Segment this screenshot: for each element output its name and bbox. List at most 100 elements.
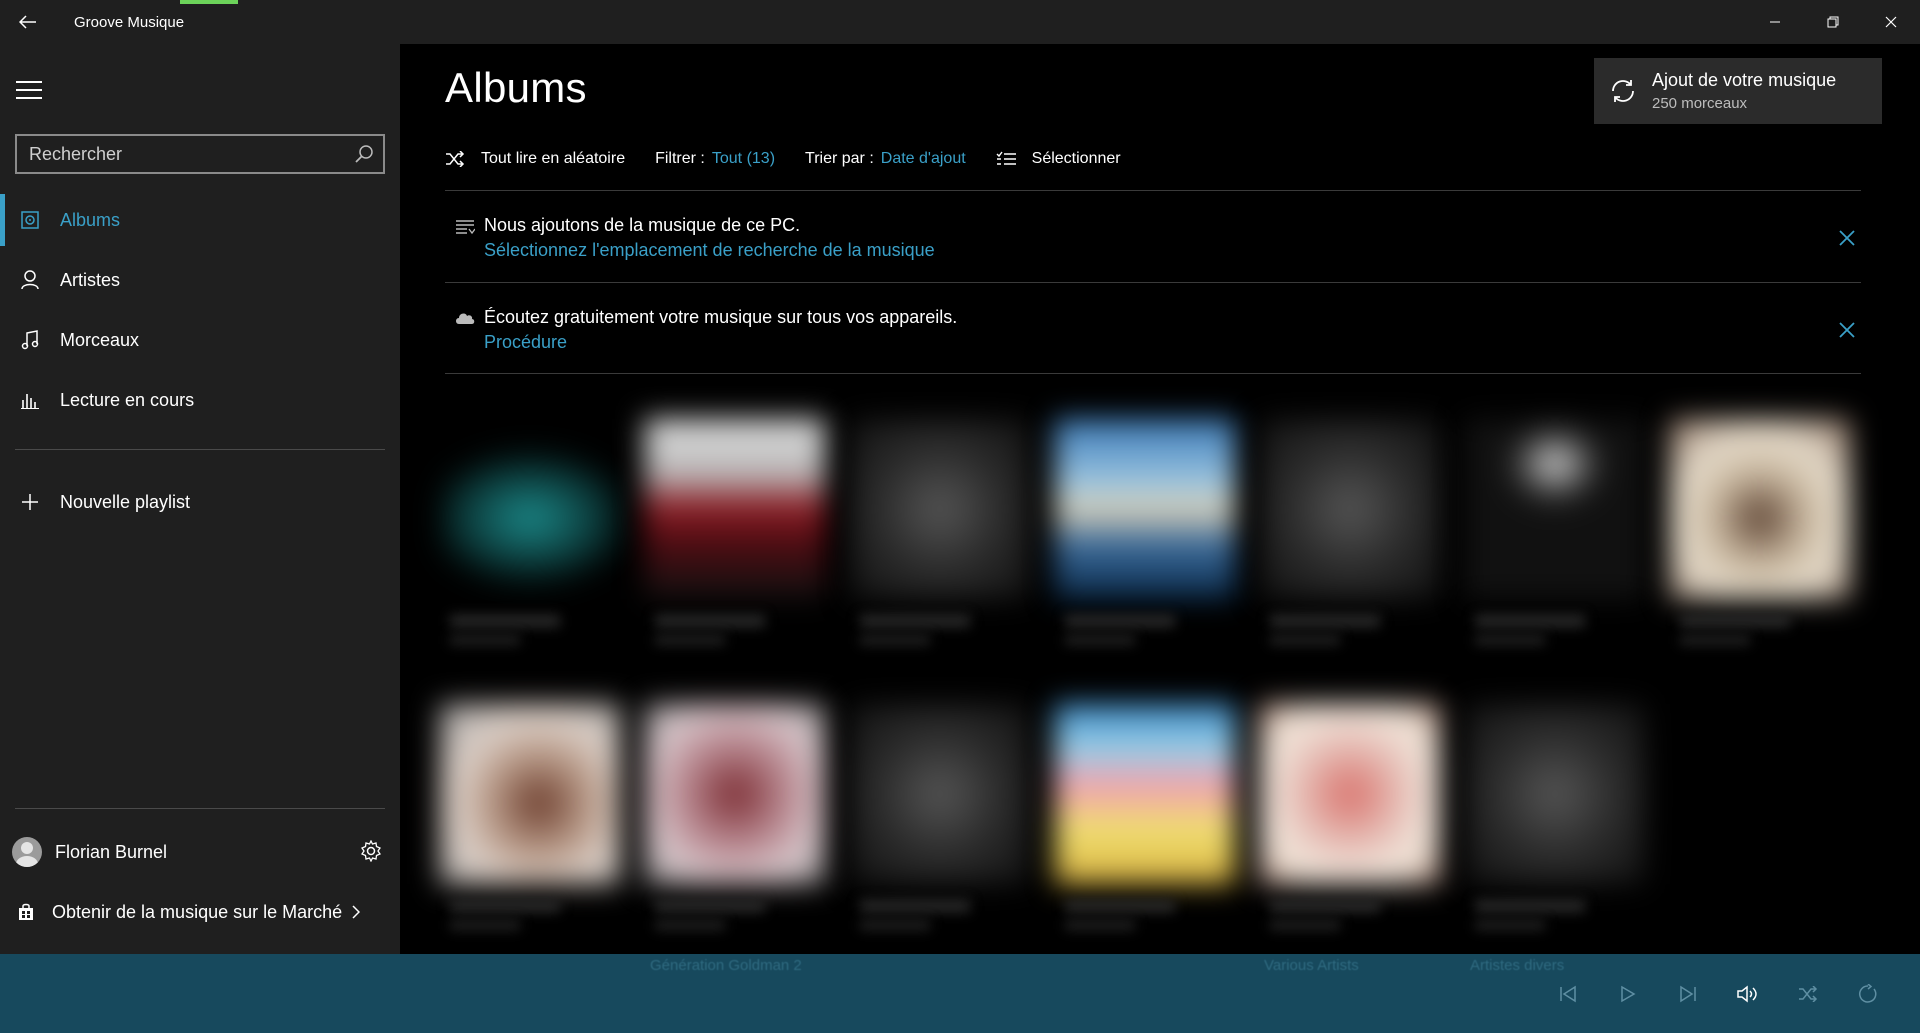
settings-button[interactable]	[360, 839, 382, 867]
album-cover	[1055, 704, 1235, 884]
sync-icon	[1594, 77, 1652, 105]
close-icon	[1839, 322, 1855, 338]
restore-icon	[1827, 16, 1839, 28]
play-button[interactable]	[1598, 974, 1658, 1014]
new-playlist-button[interactable]: Nouvelle playlist	[0, 474, 400, 530]
filter-value: Tout (13)	[711, 150, 776, 167]
album-cover	[850, 419, 1030, 599]
sidebar-divider	[15, 449, 385, 450]
play-icon	[1621, 985, 1636, 1003]
user-account-button[interactable]: Florian Burnel	[0, 824, 400, 880]
repeat-icon	[1859, 984, 1877, 1003]
sort-value: Date d'ajout	[880, 150, 966, 167]
filter-label: Filtrer :	[655, 150, 705, 167]
album-tile[interactable]	[1455, 704, 1645, 954]
cloud-icon	[456, 313, 475, 324]
sidebar-divider-bottom	[15, 808, 385, 809]
album-cover	[1055, 419, 1235, 599]
title-bar: Groove Musique	[0, 0, 1920, 44]
sidebar-item-label: Artistes	[60, 269, 121, 290]
sidebar-item-albums[interactable]: Albums	[0, 192, 400, 248]
skip-previous-icon	[1560, 985, 1576, 1003]
player-bar: Génération Goldman 2 Various Artists Art…	[0, 954, 1920, 1033]
album-cover	[1260, 704, 1440, 884]
album-tile[interactable]	[635, 704, 825, 954]
sidebar-item-label: Morceaux	[60, 329, 140, 350]
store-link[interactable]: Obtenir de la musique sur le Marché	[0, 884, 400, 940]
equalizer-icon	[0, 391, 60, 409]
chevron-right-icon	[352, 905, 361, 919]
app-title: Groove Musique	[74, 13, 185, 31]
search-box	[15, 134, 385, 174]
shuffle-button[interactable]	[1778, 974, 1838, 1014]
player-faint-label: Various Artists	[1264, 957, 1359, 974]
back-button[interactable]	[0, 0, 56, 44]
store-link-label: Obtenir de la musique sur le Marché	[52, 901, 343, 922]
volume-button[interactable]	[1718, 974, 1778, 1014]
close-icon	[1839, 230, 1855, 246]
new-playlist-label: Nouvelle playlist	[60, 491, 191, 512]
album-tile[interactable]	[430, 704, 620, 954]
choose-music-location-link[interactable]: Sélectionnez l'emplacement de recherche …	[484, 240, 935, 261]
sort-dropdown[interactable]: Trier par : Date d'ajout	[805, 150, 966, 168]
minimize-icon	[1770, 21, 1780, 23]
search-button[interactable]	[345, 136, 383, 172]
restore-button[interactable]	[1804, 0, 1862, 44]
add-music-title: Ajout de votre musique	[1652, 70, 1837, 90]
album-cover	[850, 704, 1030, 884]
hamburger-menu-button[interactable]	[14, 78, 44, 102]
minimize-button[interactable]	[1746, 0, 1804, 44]
dismiss-notice-button[interactable]	[1833, 224, 1861, 252]
add-music-status-button[interactable]: Ajout de votre musique 250 morceaux	[1594, 58, 1882, 124]
notice-onedrive: Écoutez gratuitement votre musique sur t…	[445, 282, 1861, 374]
music-note-icon	[0, 330, 60, 350]
groove-music-window: Groove Musique Alb	[0, 0, 1920, 1033]
sidebar-item-now-playing[interactable]: Lecture en cours	[0, 372, 400, 428]
sidebar-item-songs[interactable]: Morceaux	[0, 312, 400, 368]
album-tile[interactable]	[840, 704, 1030, 954]
player-controls	[1538, 974, 1898, 1014]
album-cover	[645, 419, 825, 599]
sort-label: Trier par :	[805, 150, 874, 167]
previous-button[interactable]	[1538, 974, 1598, 1014]
dismiss-notice-button[interactable]	[1833, 316, 1861, 344]
album-cover	[1465, 704, 1645, 884]
plus-icon	[0, 493, 60, 511]
hamburger-icon	[16, 81, 42, 83]
back-arrow-icon	[19, 15, 36, 29]
title-bar-accent	[180, 0, 238, 4]
page-title: Albums	[445, 64, 587, 111]
add-music-text: Ajout de votre musique 250 morceaux	[1652, 70, 1836, 112]
album-tile[interactable]	[430, 419, 620, 679]
add-music-subtitle: 250 morceaux	[1652, 95, 1748, 112]
select-button[interactable]: Sélectionner	[996, 150, 1121, 168]
notice-text: Écoutez gratuitement votre musique sur t…	[484, 307, 958, 327]
album-tile[interactable]	[1660, 419, 1850, 679]
close-icon	[1885, 16, 1897, 28]
person-icon	[0, 270, 60, 290]
album-tile[interactable]	[1045, 704, 1235, 954]
player-faint-label: Génération Goldman 2	[650, 957, 802, 974]
album-tile[interactable]	[840, 419, 1030, 679]
how-to-link[interactable]: Procédure	[484, 332, 567, 353]
album-tile[interactable]	[1250, 704, 1440, 954]
sidebar-item-artists[interactable]: Artistes	[0, 252, 400, 308]
select-list-icon	[996, 151, 1016, 165]
album-tile[interactable]	[1455, 419, 1645, 679]
album-tile[interactable]	[1045, 419, 1235, 679]
notice-text: Nous ajoutons de la musique de ce PC.	[484, 215, 801, 235]
album-cover	[645, 704, 825, 884]
album-tile[interactable]	[635, 419, 825, 679]
sidebar: Albums Artistes Morceaux Lecture en cour…	[0, 44, 400, 954]
repeat-button[interactable]	[1838, 974, 1898, 1014]
close-button[interactable]	[1862, 0, 1920, 44]
album-icon	[0, 211, 60, 229]
album-tile[interactable]	[1250, 419, 1440, 679]
sidebar-item-label: Lecture en cours	[60, 389, 195, 410]
volume-icon	[1737, 985, 1757, 1003]
album-cover	[440, 419, 620, 599]
filter-dropdown[interactable]: Filtrer : Tout (13)	[655, 150, 775, 168]
search-input[interactable]	[17, 143, 345, 165]
next-button[interactable]	[1658, 974, 1718, 1014]
shuffle-all-button[interactable]: Tout lire en aléatoire	[445, 150, 625, 168]
